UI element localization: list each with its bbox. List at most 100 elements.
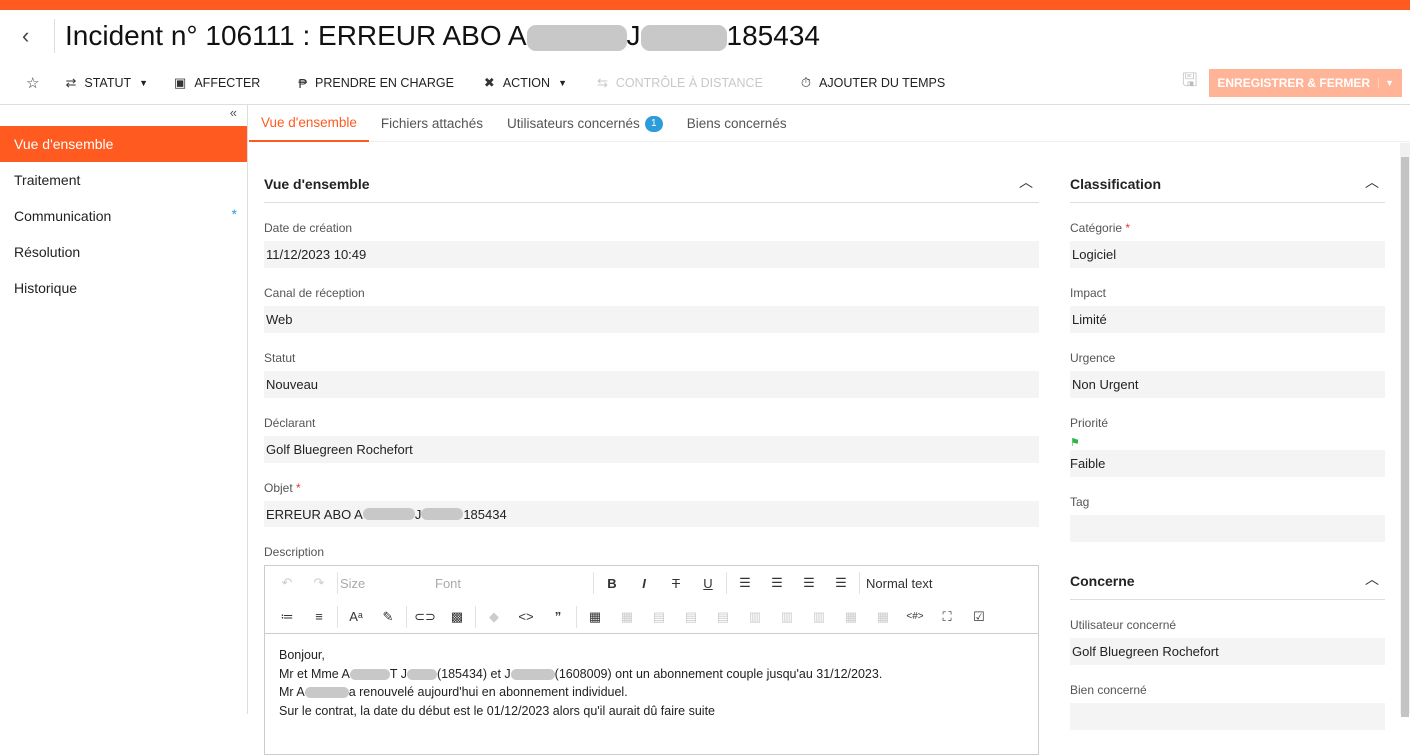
category-field[interactable]: Logiciel [1070, 241, 1385, 268]
scrollbar-thumb[interactable] [1401, 157, 1409, 717]
cell-edit-icon[interactable]: ▦ [835, 609, 867, 625]
numbered-list-icon[interactable]: ≔ [271, 609, 303, 625]
chevron-up-icon[interactable]: ︿ [1365, 569, 1385, 589]
favorite-star-icon[interactable]: ☆ [26, 74, 47, 92]
status-button[interactable]: ⇄STATUT▼ [65, 75, 148, 91]
concerne-section-header: Concerne ︿ [1070, 542, 1385, 600]
asset-concerned-label: Bien concerné [1070, 683, 1385, 699]
text-line: Mr et Mme AT J(185434) et J(1608009) ont… [279, 665, 1024, 684]
status-field[interactable]: Nouveau [264, 371, 1039, 398]
table-icon[interactable]: ▦ [579, 609, 611, 625]
fullscreen-icon[interactable]: ⛶ [931, 609, 963, 625]
eraser-icon[interactable]: ◆ [478, 609, 510, 625]
strikethrough-icon[interactable]: T [660, 576, 692, 591]
redacted-block [305, 687, 349, 698]
chevron-up-icon[interactable]: ︿ [1019, 172, 1039, 192]
urgency-field[interactable]: Non Urgent [1070, 371, 1385, 398]
row-delete-icon[interactable]: ▤ [643, 609, 675, 625]
title-prefix: Incident n° 106111 : ERREUR ABO A [65, 20, 527, 51]
tab-overview[interactable]: Vue d'ensemble [249, 105, 369, 142]
user-concerned-field[interactable]: Golf Bluegreen Rochefort [1070, 638, 1385, 665]
divider [859, 572, 860, 594]
tab-label: Fichiers attachés [381, 116, 483, 131]
chevron-down-icon[interactable]: ▼ [1378, 78, 1394, 88]
sidebar-item-label: Vue d'ensemble [14, 136, 113, 152]
quote-icon[interactable]: ” [542, 609, 574, 624]
underline-icon[interactable]: U [692, 576, 724, 591]
text-fragment: Mr et Mme A [279, 667, 350, 681]
chevron-up-icon[interactable]: ︿ [1365, 172, 1385, 192]
table-delete-icon[interactable]: ▦ [611, 609, 643, 625]
bold-icon[interactable]: B [596, 576, 628, 591]
tag-field[interactable] [1070, 515, 1385, 542]
embed-code-icon[interactable]: <#> [899, 611, 931, 622]
tab-users-concerned[interactable]: Utilisateurs concernés1 [495, 105, 675, 142]
editor-body[interactable]: Bonjour, Mr et Mme AT J(185434) et J(160… [265, 634, 1038, 732]
save-close-button[interactable]: ENREGISTRER & FERMER▼ [1209, 69, 1402, 97]
category-label: Catégorie * [1070, 221, 1385, 237]
action-button[interactable]: ✖ACTION▼ [484, 75, 567, 91]
sidebar-item-label: Résolution [14, 244, 80, 260]
redacted-block [527, 25, 627, 51]
sidebar-item-history[interactable]: Historique [0, 270, 247, 306]
classification-panel: Classification ︿ Catégorie * Logiciel Im… [1070, 143, 1385, 730]
paragraph-format-select[interactable]: Normal text [862, 576, 932, 591]
redo-icon[interactable]: ↷ [303, 575, 335, 591]
link-icon[interactable]: ⊂⊃ [409, 609, 441, 625]
overview-panel: Vue d'ensemble ︿ Date de création 11/12/… [264, 143, 1039, 755]
code-icon[interactable]: <> [510, 609, 542, 624]
impact-field[interactable]: Limité [1070, 306, 1385, 333]
sidebar-item-overview[interactable]: Vue d'ensemble [0, 126, 247, 162]
row-insert-icon[interactable]: ▤ [675, 609, 707, 625]
sidebar-item-resolution[interactable]: Résolution [0, 234, 247, 270]
italic-icon[interactable]: I [628, 576, 660, 591]
sidebar-item-treatment[interactable]: Traitement [0, 162, 247, 198]
highlight-icon[interactable]: ✎ [372, 609, 404, 625]
channel-field[interactable]: Web [264, 306, 1039, 333]
take-charge-button[interactable]: ₱PRENDRE EN CHARGE [298, 76, 454, 91]
divider [726, 572, 727, 594]
text-fragment: (1608009) ont un abonnement couple jusqu… [555, 667, 883, 681]
declarant-field[interactable]: Golf Bluegreen Rochefort [264, 436, 1039, 463]
align-right-icon[interactable]: ☰ [793, 575, 825, 591]
take-charge-icon: ₱ [298, 76, 307, 91]
align-left-icon[interactable]: ☰ [729, 575, 761, 591]
channel-label: Canal de réception [264, 286, 1039, 302]
font-family-select[interactable]: Font [435, 576, 591, 591]
redacted-block [511, 669, 555, 680]
column-insert-icon[interactable]: ▥ [771, 609, 803, 625]
description-editor[interactable]: ↶ ↷ Size Font B I T U ☰ ☰ ☰ ☰ Normal tex… [264, 565, 1039, 755]
tab-assets-concerned[interactable]: Biens concernés [675, 105, 799, 142]
image-icon[interactable]: ▩ [441, 609, 473, 625]
object-field[interactable]: ERREUR ABO AJ185434 [264, 501, 1039, 527]
asset-concerned-field[interactable] [1070, 703, 1385, 730]
assign-button[interactable]: ▣AFFECTER [174, 75, 260, 91]
row-insert-below-icon[interactable]: ▤ [707, 609, 739, 625]
remote-icon: ⇆ [597, 75, 608, 91]
sidebar-item-communication[interactable]: Communication* [0, 198, 247, 234]
align-center-icon[interactable]: ☰ [761, 575, 793, 591]
text-line: Sur le contrat, la date du début est le … [279, 702, 1024, 721]
column-insert-right-icon[interactable]: ▥ [803, 609, 835, 625]
save-area: 🖫 ENREGISTRER & FERMER▼ [1182, 68, 1402, 98]
object-label-text: Objet [264, 481, 293, 495]
checklist-icon[interactable]: ☑ [963, 609, 995, 625]
font-size-select[interactable]: Size [340, 576, 435, 591]
classification-section-header: Classification ︿ [1070, 143, 1385, 203]
text-color-icon[interactable]: Aᵃ [340, 609, 372, 624]
column-delete-icon[interactable]: ▥ [739, 609, 771, 625]
undo-icon[interactable]: ↶ [271, 575, 303, 591]
bullet-list-icon[interactable]: ≡ [303, 609, 335, 624]
top-accent-bar [0, 0, 1410, 10]
scrollbar[interactable] [1400, 143, 1410, 714]
save-disk-icon[interactable]: 🖫 [1182, 68, 1197, 98]
table-edit-icon[interactable]: ▦ [867, 609, 899, 625]
back-arrow-icon[interactable]: ‹ [22, 23, 48, 49]
add-time-button[interactable]: ⏱AJOUTER DU TEMPS [801, 75, 945, 91]
priority-field[interactable]: Faible [1070, 450, 1385, 477]
remote-control-button[interactable]: ⇆CONTRÔLE À DISTANCE [597, 75, 763, 91]
align-justify-icon[interactable]: ☰ [825, 575, 857, 591]
collapse-sidebar-icon[interactable]: « [0, 105, 247, 126]
editor-toolbar-row-1: ↶ ↷ Size Font B I T U ☰ ☰ ☰ ☰ Normal tex… [265, 566, 1038, 600]
tab-attached-files[interactable]: Fichiers attachés [369, 105, 495, 142]
